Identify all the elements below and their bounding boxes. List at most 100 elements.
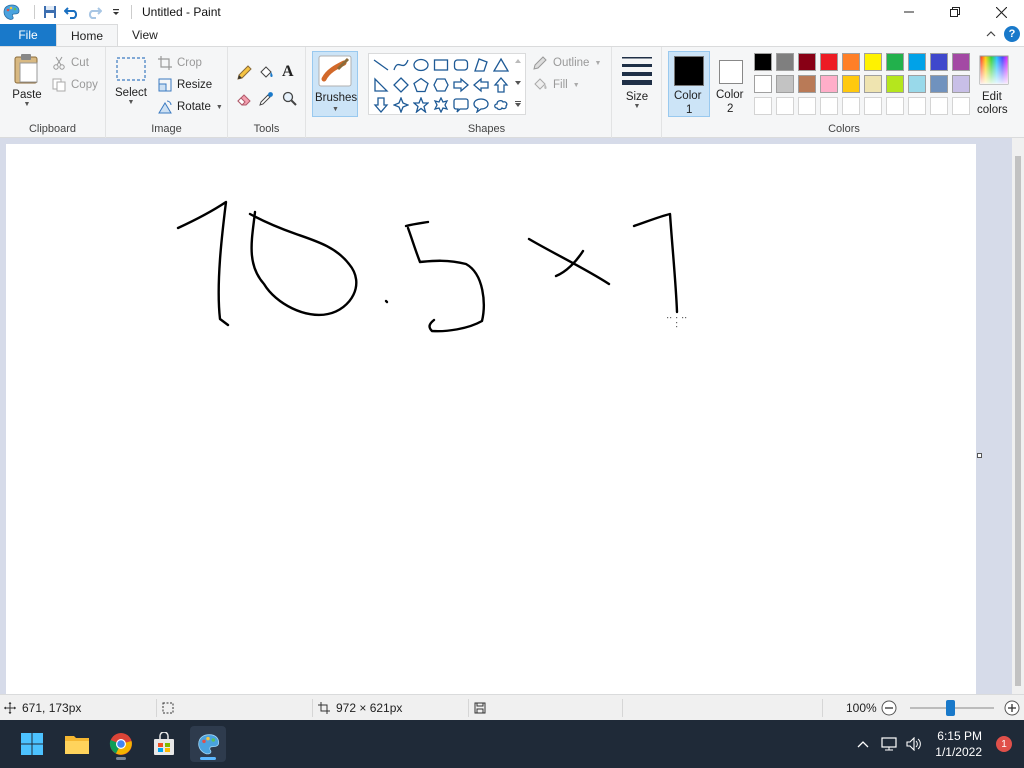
six-point-star-shape[interactable] (432, 96, 450, 114)
colors-group: Colors (664, 47, 1024, 138)
paste-label: Paste (12, 89, 42, 101)
image-group-label: Image (151, 123, 182, 135)
colors-group-label: Colors (828, 123, 860, 135)
help-button[interactable]: ? (1004, 26, 1020, 42)
pentagon-icon (413, 77, 429, 93)
left-arrow-shape[interactable] (472, 76, 490, 94)
clipboard-group-label: Clipboard (28, 123, 77, 135)
dropdown-arrow-icon (113, 9, 119, 15)
drawing-canvas[interactable] (6, 144, 976, 694)
polygon-icon (474, 58, 488, 72)
five-point-star-shape[interactable] (412, 96, 430, 114)
taskbar-paint[interactable] (190, 726, 226, 762)
selection-icon (116, 57, 146, 81)
size-button[interactable]: Size ▼ (618, 55, 656, 110)
clock[interactable]: 6:15 PM 1/1/2022 (935, 728, 982, 760)
resize-icon (158, 78, 172, 92)
close-icon (995, 6, 1007, 18)
text-tool[interactable]: A (282, 62, 294, 82)
eraser-tool[interactable] (236, 89, 252, 109)
diamond-shape[interactable] (392, 76, 410, 94)
oval-callout-shape[interactable] (472, 96, 490, 114)
rotate-button[interactable]: Rotate ▼ (158, 97, 223, 117)
line-shape[interactable] (372, 56, 390, 74)
curve-icon (393, 59, 409, 71)
notification-badge[interactable]: 1 (996, 736, 1012, 752)
close-button[interactable] (978, 0, 1024, 24)
show-hidden-icons-button[interactable] (849, 740, 877, 748)
tab-view[interactable]: View (118, 24, 172, 46)
shapes-gallery-scroll[interactable] (512, 56, 524, 112)
line-width-icon (622, 57, 652, 85)
undo-button[interactable] (61, 1, 83, 23)
maximize-button[interactable] (932, 0, 978, 24)
rounded-rectangle-shape[interactable] (452, 56, 470, 74)
tab-file[interactable]: File (0, 24, 56, 46)
triangle-shape[interactable] (492, 56, 510, 74)
polygon-shape[interactable] (472, 56, 490, 74)
up-arrow-shape[interactable] (492, 76, 510, 94)
copy-label: Copy (71, 79, 98, 91)
four-point-star-shape[interactable] (392, 96, 410, 114)
volume-button[interactable] (901, 737, 927, 751)
scrollbar-thumb[interactable] (1015, 156, 1021, 686)
brushes-button[interactable]: Brushes ▼ (312, 51, 358, 117)
zoom-in-button[interactable] (1004, 695, 1020, 721)
oval-shape[interactable] (412, 56, 430, 74)
redo-icon (88, 7, 102, 19)
fill-tool[interactable] (258, 63, 274, 83)
ribbon-tabs: File Home View ? (0, 24, 1024, 46)
cut-button[interactable]: Cut (52, 53, 89, 73)
copy-button[interactable]: Copy (52, 75, 98, 95)
resize-button[interactable]: Resize (158, 75, 212, 95)
window-title: Untitled - Paint (142, 5, 221, 19)
select-button[interactable]: Select ▼ (114, 55, 148, 106)
eraser-icon (237, 94, 251, 106)
minimize-button[interactable] (886, 0, 932, 24)
hexagon-shape[interactable] (432, 76, 450, 94)
zoom-out-button[interactable] (881, 695, 897, 721)
taskbar-file-explorer[interactable] (59, 726, 95, 762)
rectangle-shape[interactable] (432, 56, 450, 74)
shapes-group-label: Shapes (467, 123, 506, 135)
scissors-icon (53, 56, 65, 70)
save-button[interactable] (39, 1, 61, 23)
customize-toolbar-button[interactable] (105, 1, 127, 23)
pentagon-shape[interactable] (412, 76, 430, 94)
taskbar-chrome[interactable] (103, 726, 139, 762)
start-button[interactable] (14, 726, 50, 762)
status-divider (156, 699, 157, 717)
crop-button[interactable]: Crop (158, 53, 202, 73)
outline-button[interactable]: Outline ▼ (532, 53, 601, 73)
canvas-workspace (0, 138, 1012, 694)
canvas-size-icon (318, 702, 330, 714)
magnifier-tool[interactable] (282, 89, 298, 109)
fill-button[interactable]: Fill ▼ (532, 75, 580, 95)
right-triangle-icon (374, 77, 389, 92)
curve-shape[interactable] (392, 56, 410, 74)
taskbar-store[interactable] (146, 726, 182, 762)
canvas-resize-handle[interactable] (977, 453, 982, 458)
rounded-callout-shape[interactable] (452, 96, 470, 114)
cursor-dots (667, 317, 687, 328)
quick-access-toolbar (30, 1, 136, 23)
minimize-icon (904, 11, 914, 13)
chrome-icon (109, 733, 132, 755)
network-button[interactable] (877, 737, 901, 751)
redo-button[interactable] (83, 1, 105, 23)
pencil-tool[interactable] (236, 63, 252, 83)
outline-dropdown-arrow: ▼ (594, 59, 602, 67)
tab-home[interactable]: Home (56, 24, 119, 46)
zoom-slider-thumb[interactable] (946, 700, 955, 716)
right-triangle-shape[interactable] (372, 76, 390, 94)
collapse-ribbon-icon[interactable] (986, 30, 996, 38)
cloud-callout-shape[interactable] (492, 96, 510, 114)
stroke-digit-1 (176, 200, 230, 327)
vertical-scrollbar[interactable] (1012, 138, 1024, 694)
gallery-expand-icon (515, 101, 521, 107)
right-arrow-shape[interactable] (452, 76, 470, 94)
down-arrow-shape[interactable] (372, 96, 390, 114)
paste-button[interactable]: Paste ▼ (8, 53, 46, 108)
speaker-icon (906, 737, 922, 751)
color-picker-tool[interactable] (258, 89, 274, 109)
